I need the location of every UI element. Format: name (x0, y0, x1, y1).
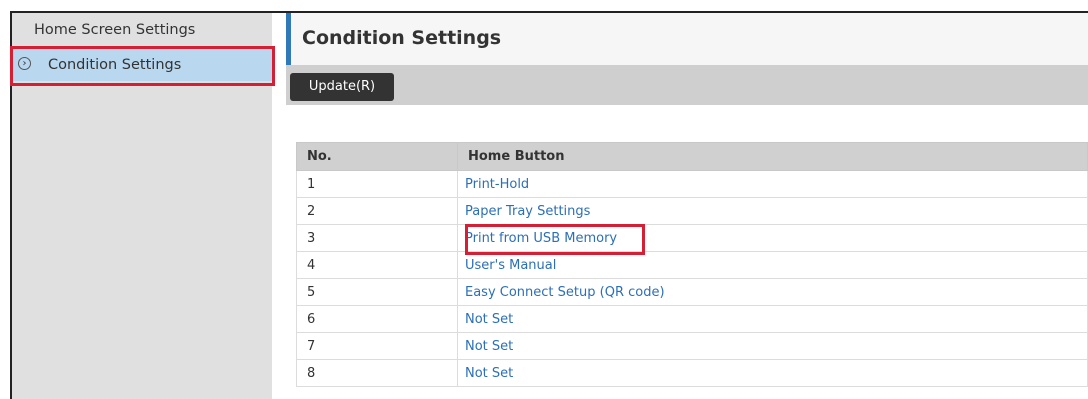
table-row: 8 Not Set (296, 359, 1088, 387)
home-button-link[interactable]: User's Manual (465, 258, 556, 273)
content-header: Condition Settings (286, 13, 1088, 65)
row-number: 2 (296, 197, 458, 225)
row-number: 3 (296, 224, 458, 252)
home-button-link[interactable]: Paper Tray Settings (465, 204, 590, 219)
home-button-link[interactable]: Not Set (465, 366, 513, 381)
row-number: 7 (296, 332, 458, 360)
row-number: 5 (296, 278, 458, 306)
table-row: 4 User's Manual (296, 251, 1088, 279)
table-row: 3 Print from USB Memory (296, 224, 1088, 252)
page-title: Condition Settings (302, 27, 502, 49)
table-header-row: No. Home Button (296, 142, 1088, 171)
table-row: 5 Easy Connect Setup (QR code) (296, 278, 1088, 306)
home-button-link[interactable]: Easy Connect Setup (QR code) (465, 285, 665, 300)
sidebar-item-label: Home Screen Settings (34, 22, 196, 38)
highlight-box-usb-memory (465, 224, 645, 255)
column-header-no: No. (296, 142, 458, 171)
header-accent-bar (286, 13, 291, 65)
highlight-box-sidebar (10, 46, 275, 86)
home-button-table: No. Home Button 1 Print-Hold 2 Paper Tra… (296, 142, 1088, 387)
column-header-home-button: Home Button (457, 142, 1088, 171)
sidebar-item-home-screen-settings[interactable]: Home Screen Settings (12, 13, 272, 47)
home-button-link[interactable]: Print-Hold (465, 177, 529, 192)
toolbar: Update(R) (286, 65, 1088, 105)
row-number: 8 (296, 359, 458, 387)
table-row: 7 Not Set (296, 332, 1088, 360)
update-button[interactable]: Update(R) (290, 73, 394, 101)
table-row: 2 Paper Tray Settings (296, 197, 1088, 225)
home-button-link[interactable]: Not Set (465, 312, 513, 327)
table-row: 1 Print-Hold (296, 170, 1088, 198)
home-button-link[interactable]: Not Set (465, 339, 513, 354)
row-number: 4 (296, 251, 458, 279)
row-number: 6 (296, 305, 458, 333)
row-number: 1 (296, 170, 458, 198)
table-row: 6 Not Set (296, 305, 1088, 333)
